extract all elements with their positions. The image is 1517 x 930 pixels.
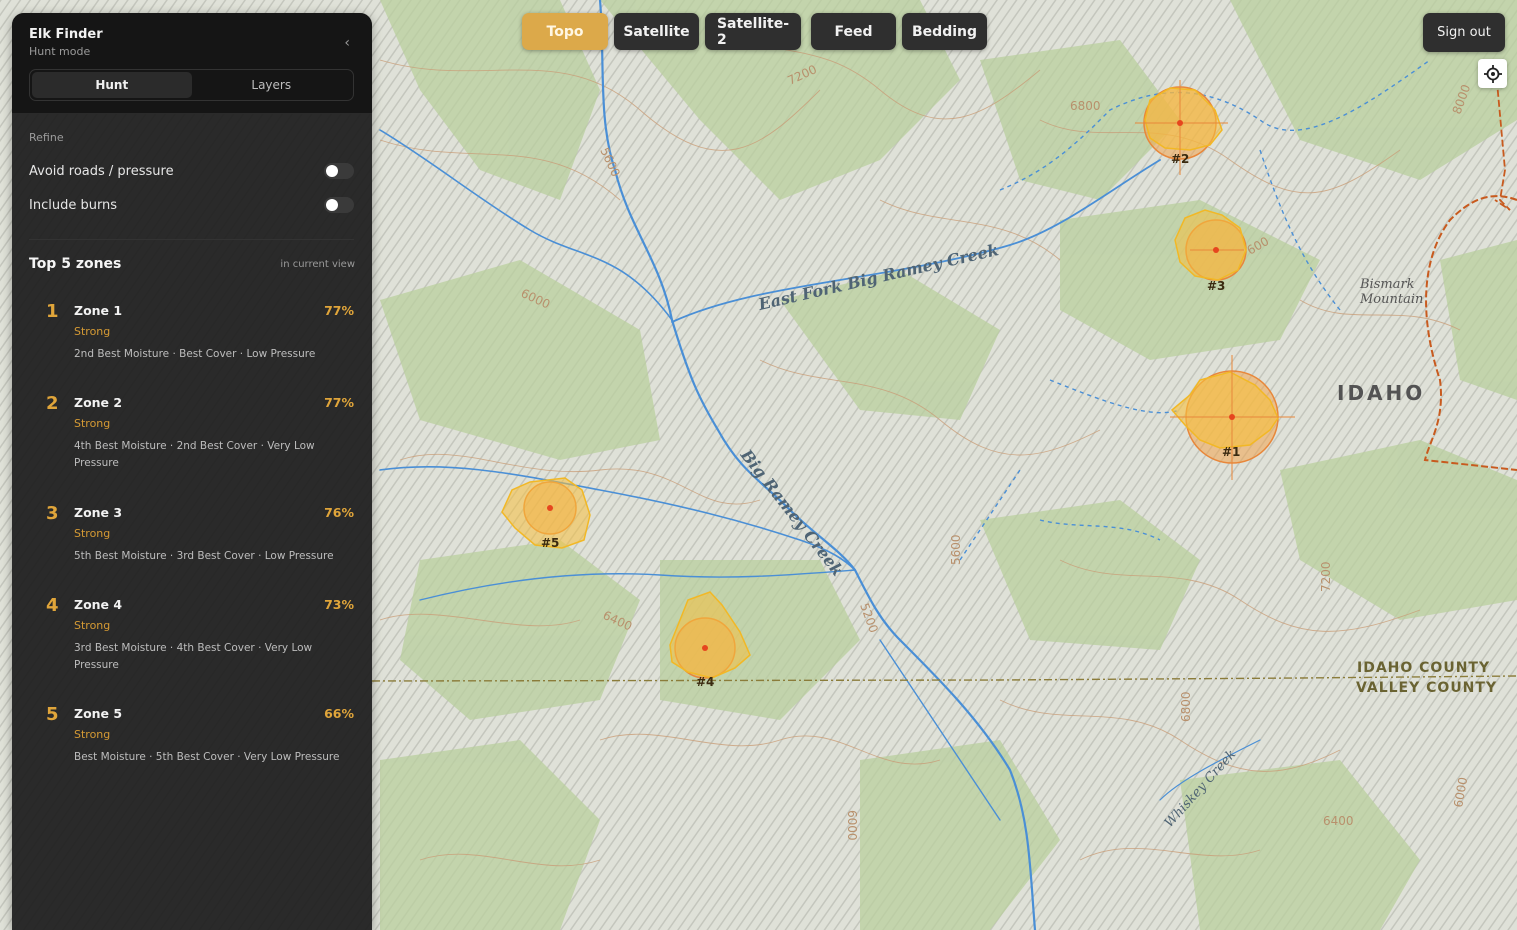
zone-score: 66% bbox=[324, 706, 354, 721]
county-label-south: VALLEY COUNTY bbox=[1356, 680, 1497, 696]
zone-rank: 5 bbox=[46, 704, 59, 725]
zone-name: Zone 4 bbox=[74, 597, 123, 612]
contour-label: 7200 bbox=[1319, 561, 1333, 592]
state-label: IDAHO bbox=[1337, 381, 1425, 405]
zone-name: Zone 1 bbox=[74, 303, 123, 318]
divider bbox=[29, 239, 354, 240]
zone-marker-label: #4 bbox=[696, 675, 714, 689]
map-layer-switcher: Topo Satellite Satellite-2 Feed Bedding bbox=[522, 13, 987, 50]
contour-label: 6800 bbox=[1179, 691, 1193, 722]
zone-description: 5th Best Moisture · 3rd Best Cover · Low… bbox=[74, 550, 334, 562]
layer-button-topo[interactable]: Topo bbox=[522, 13, 608, 50]
zone-marker-label: #3 bbox=[1207, 279, 1225, 293]
zone-rating: Strong bbox=[74, 325, 111, 338]
zone-rank: 3 bbox=[46, 503, 59, 524]
mountain-label-line1: Bismark bbox=[1359, 277, 1415, 292]
zone-rank: 4 bbox=[46, 595, 59, 616]
contour-label: 6800 bbox=[1070, 99, 1101, 113]
option-avoid-roads: Avoid roads / pressure bbox=[29, 163, 354, 179]
mountain-label-line2: Mountain bbox=[1359, 292, 1423, 307]
app-mode: Hunt mode bbox=[29, 45, 91, 58]
zones-scope: in current view bbox=[280, 259, 355, 270]
zone-description: 4th Best Moisture · 2nd Best Cover · Ver… bbox=[74, 440, 315, 469]
avoid-roads-toggle[interactable] bbox=[324, 163, 354, 179]
tab-layers[interactable]: Layers bbox=[192, 72, 352, 98]
contour-label: 6000 bbox=[845, 810, 859, 841]
app-title: Elk Finder bbox=[29, 27, 103, 42]
refine-heading: Refine bbox=[29, 131, 64, 144]
zone-description: 2nd Best Moisture · Best Cover · Low Pre… bbox=[74, 348, 316, 360]
zone-rank: 2 bbox=[46, 393, 59, 414]
zone-score: 77% bbox=[324, 395, 354, 410]
crosshair-icon bbox=[1483, 64, 1502, 83]
tab-hunt[interactable]: Hunt bbox=[32, 72, 192, 98]
layer-button-bedding[interactable]: Bedding bbox=[902, 13, 987, 50]
zone-description: 3rd Best Moisture · 4th Best Cover · Ver… bbox=[74, 642, 313, 671]
toggle-knob bbox=[326, 199, 338, 211]
contour-label: 6400 bbox=[1323, 814, 1354, 828]
panel-header: Elk Finder Hunt mode ‹ Hunt Layers bbox=[12, 13, 372, 114]
collapse-panel-icon[interactable]: ‹ bbox=[344, 35, 350, 51]
zone-name: Zone 2 bbox=[74, 395, 123, 410]
zone-rating: Strong bbox=[74, 728, 111, 741]
county-label-north: IDAHO COUNTY bbox=[1357, 660, 1490, 676]
include-burns-toggle[interactable] bbox=[324, 197, 354, 213]
layer-button-satellite-2[interactable]: Satellite-2 bbox=[705, 13, 801, 50]
zone-marker-label: #1 bbox=[1222, 445, 1240, 459]
option-label: Include burns bbox=[29, 197, 118, 213]
sign-out-button[interactable]: Sign out bbox=[1423, 13, 1505, 52]
toggle-knob bbox=[326, 165, 338, 177]
zone-rating: Strong bbox=[74, 527, 111, 540]
zone-name: Zone 5 bbox=[74, 706, 123, 721]
option-include-burns: Include burns bbox=[29, 197, 354, 213]
layer-button-feed[interactable]: Feed bbox=[811, 13, 896, 50]
zone-name: Zone 3 bbox=[74, 505, 123, 520]
layer-button-satellite[interactable]: Satellite bbox=[614, 13, 699, 50]
locate-me-button[interactable] bbox=[1478, 59, 1507, 88]
zone-rating: Strong bbox=[74, 619, 111, 632]
zone-description: Best Moisture · 5th Best Cover · Very Lo… bbox=[74, 751, 340, 763]
zone-score: 73% bbox=[324, 597, 354, 612]
zones-heading: Top 5 zones bbox=[29, 256, 122, 272]
option-label: Avoid roads / pressure bbox=[29, 163, 174, 179]
zone-score: 77% bbox=[324, 303, 354, 318]
contour-label: 5600 bbox=[949, 534, 963, 565]
zone-marker-label: #2 bbox=[1171, 152, 1189, 166]
side-panel: Elk Finder Hunt mode ‹ Hunt Layers Refin… bbox=[12, 13, 372, 930]
zone-marker-label: #5 bbox=[541, 536, 559, 550]
zone-score: 76% bbox=[324, 505, 354, 520]
zone-rank: 1 bbox=[46, 301, 59, 322]
panel-tabs: Hunt Layers bbox=[29, 69, 354, 101]
zone-rating: Strong bbox=[74, 417, 111, 430]
